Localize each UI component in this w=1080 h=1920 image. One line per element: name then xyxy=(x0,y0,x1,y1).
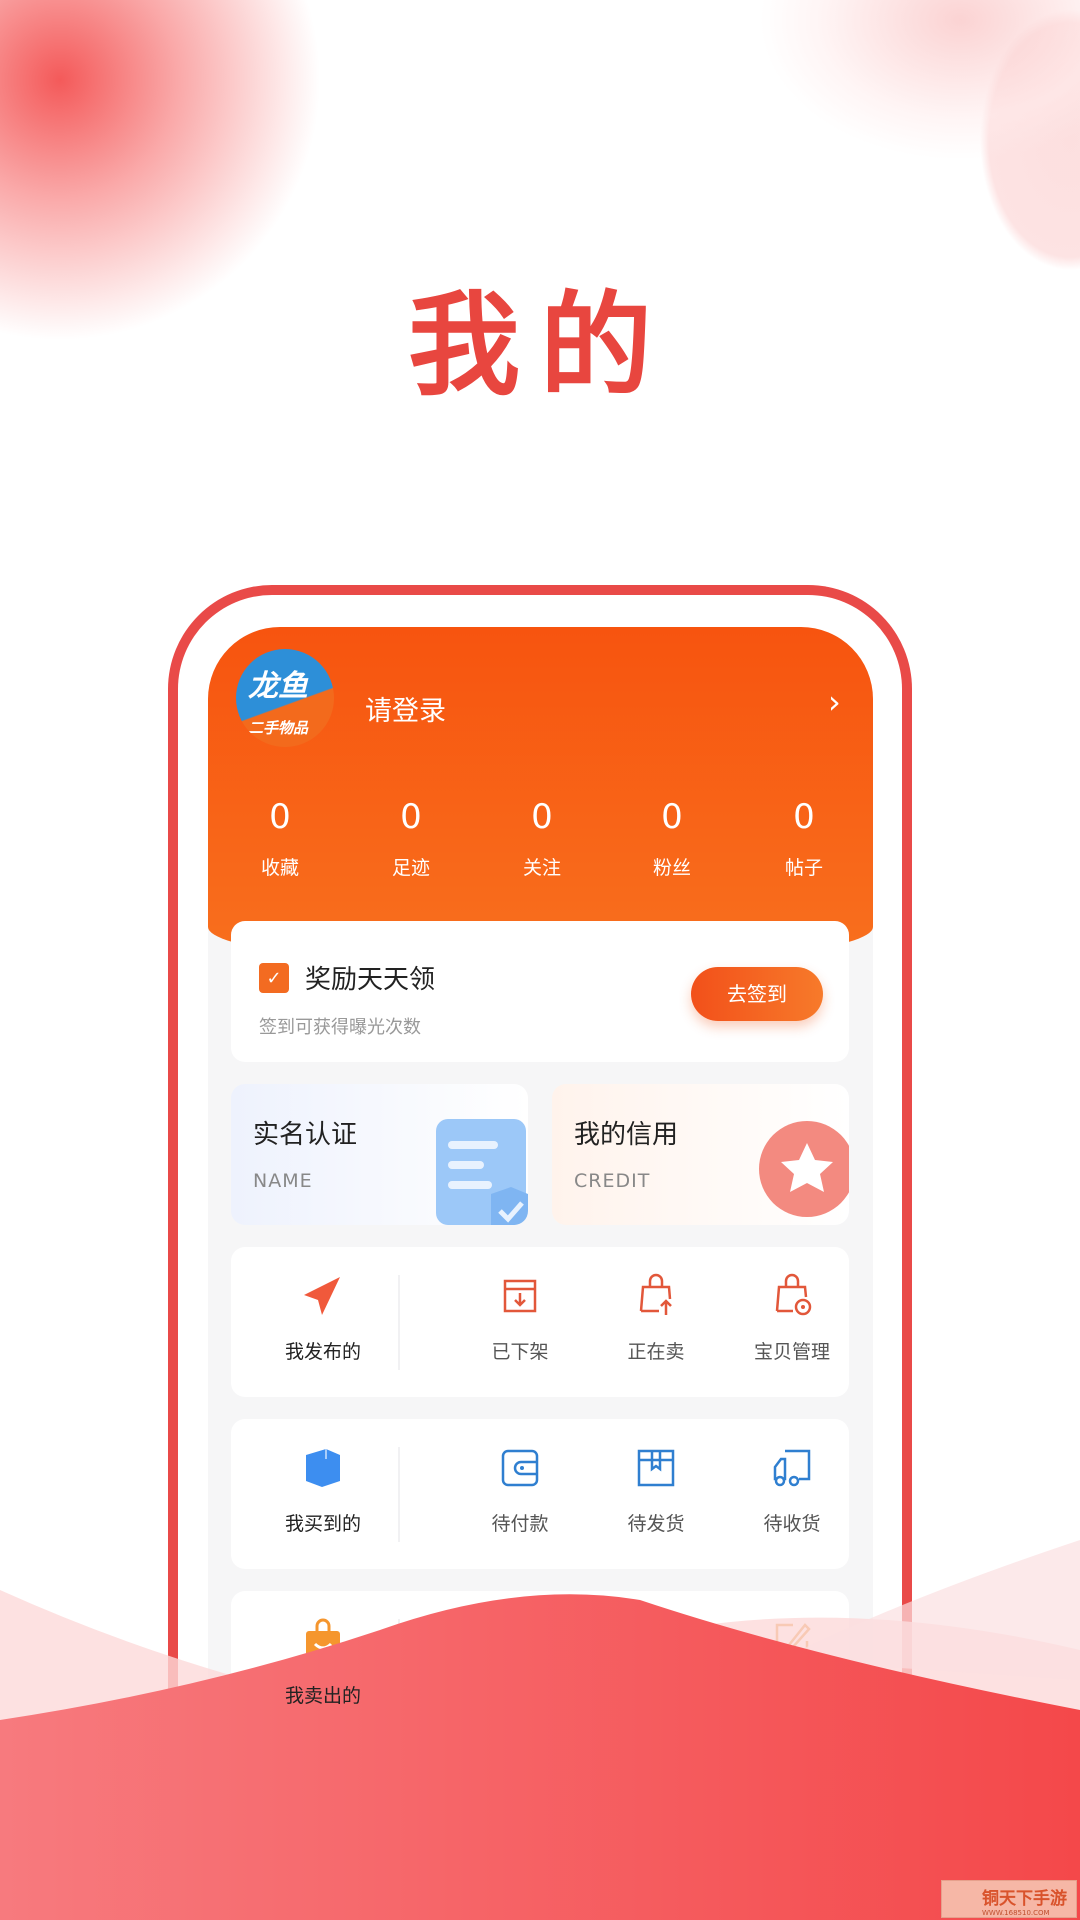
grid-item-selling[interactable]: 正在卖 xyxy=(586,1273,726,1364)
grid-item-label: 待付款 xyxy=(491,1513,549,1535)
cert-title: 实名认证 xyxy=(253,1120,358,1150)
stat-label: 帖子 xyxy=(784,857,823,879)
grid-item-label: 宝贝管理 xyxy=(753,1341,830,1363)
divider xyxy=(398,1275,400,1370)
grid-item-label: 待发货 xyxy=(627,1513,685,1535)
wallet-icon xyxy=(501,1449,539,1487)
grid-item-bought[interactable]: 我买到的 xyxy=(253,1445,393,1536)
decor-wave xyxy=(0,1540,1080,1920)
cert-sub: NAME xyxy=(253,1170,313,1192)
package-icon xyxy=(637,1449,675,1487)
star-badge-icon xyxy=(759,1121,849,1217)
grid-item-label: 已下架 xyxy=(491,1341,549,1363)
truck-icon xyxy=(773,1449,811,1487)
box-down-icon xyxy=(503,1279,537,1313)
stat-value: 0 xyxy=(793,797,815,837)
profile-header: 龙鱼 二手物品 请登录 › 0 收藏 0 足迹 0 关注 0 粉丝 0 帖子 xyxy=(208,627,873,967)
signin-card: ✓ 奖励天天领 签到可获得曝光次数 去签到 xyxy=(231,921,849,1062)
grid-item-label: 正在卖 xyxy=(627,1341,685,1363)
watermark: 铜天下手游 WWW.168510.COM xyxy=(941,1880,1077,1918)
stat-label: 关注 xyxy=(522,857,561,879)
page-title: 我的 xyxy=(408,281,672,411)
grid-item-delisted[interactable]: 已下架 xyxy=(450,1273,590,1364)
stat-label: 收藏 xyxy=(260,857,299,879)
grid-item-label: 我卖出的 xyxy=(284,1685,361,1707)
grid-item-manage[interactable]: 宝贝管理 xyxy=(722,1273,862,1364)
stat-fans[interactable]: 0 粉丝 xyxy=(612,797,732,880)
stat-value: 0 xyxy=(269,797,291,837)
stat-following[interactable]: 0 关注 xyxy=(482,797,602,880)
cert-sub: CREDIT xyxy=(574,1170,651,1192)
divider xyxy=(398,1447,400,1542)
stat-posts[interactable]: 0 帖子 xyxy=(744,797,864,880)
real-name-card[interactable]: 实名认证 NAME xyxy=(231,1084,528,1225)
cube-icon xyxy=(306,1449,340,1487)
grid-item-to-receive[interactable]: 待收货 xyxy=(722,1445,862,1536)
grid-item-label: 待收货 xyxy=(763,1513,821,1535)
logo-text: 龙鱼 xyxy=(248,669,308,704)
credit-card[interactable]: 我的信用 CREDIT xyxy=(552,1084,849,1225)
bag-up-icon xyxy=(639,1273,672,1315)
watermark-url: WWW.168510.COM xyxy=(982,1909,1050,1917)
signin-subtitle: 签到可获得曝光次数 xyxy=(259,1017,421,1038)
stat-history[interactable]: 0 足迹 xyxy=(351,797,471,880)
grid-item-to-pay[interactable]: 待付款 xyxy=(450,1445,590,1536)
stat-label: 粉丝 xyxy=(652,857,691,879)
stat-label: 足迹 xyxy=(391,857,430,879)
paper-plane-icon xyxy=(304,1277,340,1315)
stat-value: 0 xyxy=(400,797,422,837)
login-link[interactable]: 请登录 xyxy=(365,689,446,728)
avatar[interactable]: 龙鱼 二手物品 xyxy=(236,649,334,747)
signin-title: 奖励天天领 xyxy=(305,965,436,995)
signin-button[interactable]: 去签到 xyxy=(691,967,823,1021)
bag-gear-icon xyxy=(775,1273,812,1316)
grid-item-published[interactable]: 我发布的 xyxy=(253,1273,393,1364)
cert-title: 我的信用 xyxy=(574,1120,679,1150)
chevron-right-icon[interactable]: › xyxy=(828,683,841,721)
published-section: 我发布的 已下架 正在卖 宝贝管理 xyxy=(231,1247,849,1397)
stat-favorites[interactable]: 0 收藏 xyxy=(220,797,340,880)
grid-item-to-ship[interactable]: 待发货 xyxy=(586,1445,726,1536)
id-document-icon xyxy=(436,1119,528,1225)
stat-value: 0 xyxy=(531,797,553,837)
calendar-check-icon: ✓ xyxy=(259,963,289,993)
logo-sub: 二手物品 xyxy=(248,719,309,737)
grid-item-label: 我买到的 xyxy=(284,1513,361,1535)
stat-value: 0 xyxy=(661,797,683,837)
watermark-text: 铜天下手游 xyxy=(982,1889,1067,1909)
grid-item-label: 我发布的 xyxy=(284,1341,361,1363)
